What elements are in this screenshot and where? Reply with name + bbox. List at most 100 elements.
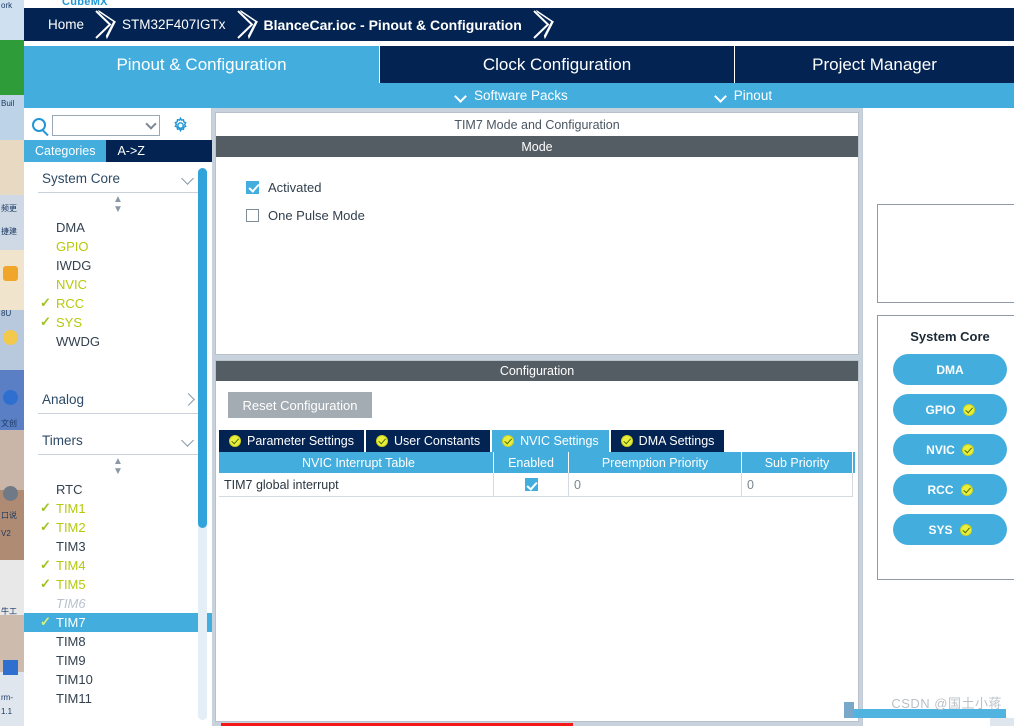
ip-item-tim6: TIM6	[24, 594, 212, 613]
ip-item-rtc[interactable]: RTC	[24, 480, 212, 499]
nvic-interrupt-table: NVIC Interrupt Table Enabled Preemption …	[219, 452, 855, 497]
tab-project-manager[interactable]: Project Manager	[734, 46, 1014, 83]
table-header-row: NVIC Interrupt Table Enabled Preemption …	[219, 452, 855, 473]
ip-item-tim4[interactable]: ✓ TIM4	[24, 556, 212, 575]
search-input[interactable]	[52, 114, 160, 136]
ip-item-wwdg[interactable]: WWDG	[24, 332, 212, 351]
desktop-icon-label: rm-	[1, 693, 13, 702]
mode-panel: TIM7 Mode and Configuration Mode Activat…	[215, 112, 859, 355]
pill-gpio[interactable]: GPIO	[893, 394, 1007, 425]
tab-dma-settings[interactable]: DMA Settings	[610, 430, 727, 452]
ip-label: TIM4	[56, 558, 86, 573]
tab-clock-configuration[interactable]: Clock Configuration	[379, 46, 734, 83]
ip-item-tim7[interactable]: ✓ TIM7	[24, 613, 212, 632]
reset-configuration-button[interactable]: Reset Configuration	[228, 392, 372, 418]
ip-tree-view-tabs: Categories A->Z	[24, 140, 212, 162]
check-icon: ✓	[40, 614, 51, 629]
tab-label: Clock Configuration	[482, 54, 632, 74]
check-icon: ✓	[40, 519, 51, 534]
tab-label: Parameter Settings	[247, 434, 354, 448]
chevron-down-icon	[183, 173, 194, 184]
ip-category-list[interactable]: System Core ▲ ▼ DMA GPIO IWDG NVIC ✓ RCC …	[24, 162, 212, 726]
ip-item-iwdg[interactable]: IWDG	[24, 256, 212, 275]
tab-user-constants[interactable]: User Constants	[366, 430, 493, 452]
ip-list-timers: RTC ✓ TIM1 ✓ TIM2 TIM3 ✓ TIM4 ✓ TIM5 TIM…	[24, 480, 212, 712]
tab-nvic-settings[interactable]: NVIC Settings	[492, 430, 611, 452]
watermark-text: CSDN @国土小蒋	[891, 696, 1002, 711]
pill-label: DMA	[936, 362, 964, 377]
ip-item-gpio[interactable]: GPIO	[24, 237, 212, 256]
watermark-accent-block	[844, 702, 854, 718]
ip-label: TIM6	[56, 596, 86, 611]
chevron-down-icon[interactable]	[145, 117, 157, 130]
table-row[interactable]: TIM7 global interrupt 0 0	[219, 473, 855, 497]
breadcrumb-item-home[interactable]: Home	[42, 17, 90, 32]
check-badge-icon	[376, 435, 388, 447]
ip-item-dma[interactable]: DMA	[24, 218, 212, 237]
cell-enabled[interactable]	[494, 473, 569, 497]
tab-pinout-configuration[interactable]: Pinout & Configuration	[24, 46, 379, 83]
ip-item-tim10[interactable]: TIM10	[24, 670, 212, 689]
pill-nvic[interactable]: NVIC	[893, 434, 1007, 465]
ip-item-tim8[interactable]: TIM8	[24, 632, 212, 651]
ip-item-tim9[interactable]: TIM9	[24, 651, 212, 670]
ip-tree-panel: Categories A->Z System Core ▲ ▼ DMA GPIO …	[24, 108, 212, 726]
ip-item-tim2[interactable]: ✓ TIM2	[24, 518, 212, 537]
scrollbar-thumb[interactable]	[198, 168, 207, 528]
checkbox-one-pulse-mode[interactable]	[246, 208, 259, 222]
checkbox-interrupt-enabled[interactable]	[524, 478, 538, 491]
ip-label: TIM7	[56, 615, 86, 630]
check-icon: ✓	[40, 557, 51, 572]
desktop-icon-label: ork	[1, 1, 13, 10]
desktop-icon-glyph	[3, 330, 18, 345]
ip-item-tim11[interactable]: TIM11	[24, 689, 212, 708]
window-bottom-edge	[990, 718, 1014, 726]
section-header-system-core[interactable]: System Core	[38, 162, 198, 193]
tab-categories[interactable]: Categories	[24, 140, 107, 162]
ip-item-nvic[interactable]: NVIC	[24, 275, 212, 294]
configuration-panel: Configuration Reset Configuration Parame…	[215, 360, 859, 726]
component-preview-panel: System Core DMA GPIO NVIC RCC SYS	[862, 108, 1014, 726]
cell-preemption-priority[interactable]: 0	[569, 473, 742, 497]
section-title: Analog	[42, 392, 85, 407]
software-packs-label: Software Packs	[474, 88, 568, 103]
column-header-interrupt-table: NVIC Interrupt Table	[219, 452, 494, 473]
checkbox-activated[interactable]	[246, 180, 259, 194]
cell-sub-priority[interactable]: 0	[742, 473, 853, 497]
ip-label: TIM9	[56, 653, 86, 668]
chevron-right-icon	[183, 394, 194, 405]
list-scroll-spinner-icon[interactable]: ▲ ▼	[24, 455, 212, 480]
ip-tree-scrollbar[interactable]	[198, 168, 207, 720]
ip-item-tim5[interactable]: ✓ TIM5	[24, 575, 212, 594]
pinout-menu[interactable]: Pinout	[716, 88, 772, 103]
checkbox-row-one-pulse-mode[interactable]: One Pulse Mode	[246, 201, 858, 229]
ip-item-sys[interactable]: ✓ SYS	[24, 313, 212, 332]
section-header-timers[interactable]: Timers	[38, 424, 198, 455]
ip-item-tim1[interactable]: ✓ TIM1	[24, 499, 212, 518]
breadcrumb-item-device[interactable]: STM32F407IGTx	[116, 17, 232, 32]
configuration-tab-bar: Parameter Settings User Constants NVIC S…	[219, 430, 858, 452]
pill-rcc[interactable]: RCC	[893, 474, 1007, 505]
list-scroll-spinner-icon[interactable]: ▲ ▼	[24, 193, 212, 218]
check-badge-icon	[961, 443, 974, 456]
section-header-analog[interactable]: Analog	[38, 383, 198, 414]
tab-a-to-z[interactable]: A->Z	[106, 140, 156, 162]
ip-item-rcc[interactable]: ✓ RCC	[24, 294, 212, 313]
checkbox-row-activated[interactable]: Activated	[246, 173, 858, 201]
pill-sys[interactable]: SYS	[893, 514, 1007, 545]
tab-parameter-settings[interactable]: Parameter Settings	[219, 430, 366, 452]
ip-item-tim3[interactable]: TIM3	[24, 537, 212, 556]
check-badge-icon	[502, 435, 515, 447]
desktop-icon-glyph	[3, 486, 18, 501]
breadcrumb-item-project[interactable]: BlanceCar.ioc - Pinout & Configuration	[258, 17, 528, 33]
configuration-header: Configuration	[216, 361, 858, 381]
tab-label: NVIC Settings	[520, 434, 599, 448]
pill-dma[interactable]: DMA	[893, 354, 1007, 385]
desktop-icon-label: Buil	[1, 99, 15, 108]
ip-label: TIM8	[56, 634, 86, 649]
software-packs-menu[interactable]: Software Packs	[456, 88, 568, 103]
desktop-icon-glyph	[3, 660, 18, 675]
tab-label: DMA Settings	[638, 434, 715, 448]
gear-icon[interactable]	[172, 116, 189, 134]
reset-row: Reset Configuration	[216, 381, 858, 418]
